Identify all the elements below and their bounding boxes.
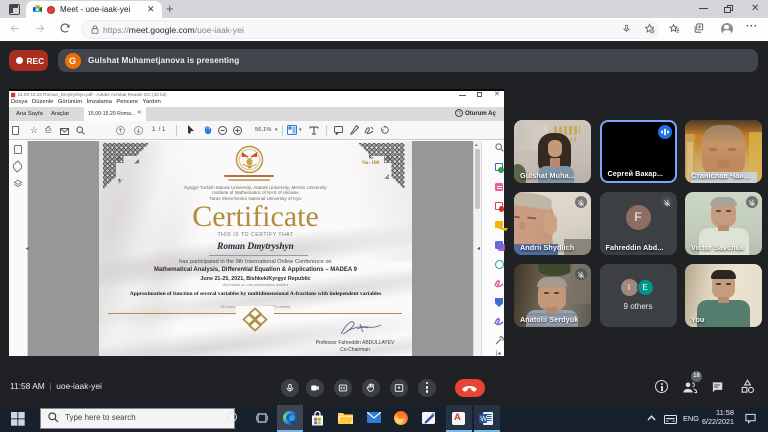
svg-text:W: W <box>480 416 487 423</box>
